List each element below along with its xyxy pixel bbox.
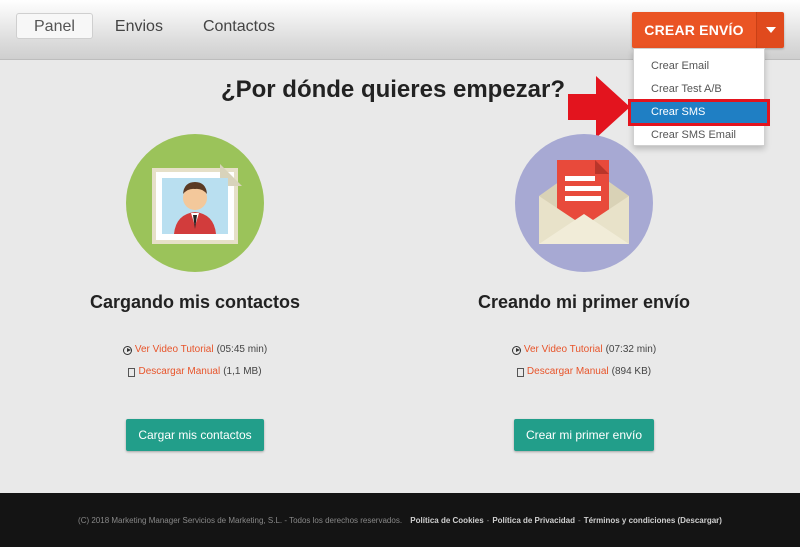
footer-copyright: (C) 2018 Marketing Manager Servicios de … xyxy=(78,515,403,525)
video-row: Ver Video Tutorial (07:32 min) xyxy=(434,339,734,361)
nav-tab-envios[interactable]: Envios xyxy=(97,13,181,39)
create-envio-button-group: CREAR ENVÍO xyxy=(632,12,784,48)
first-send-resources: Ver Video Tutorial (07:32 min) Descargar… xyxy=(434,339,734,383)
nav-tab-contactos[interactable]: Contactos xyxy=(185,13,293,39)
create-envio-button[interactable]: CREAR ENVÍO xyxy=(632,12,756,48)
cookies-policy-link[interactable]: Política de Cookies xyxy=(410,516,483,525)
contact-card-icon xyxy=(152,164,242,244)
contacts-section-title: Cargando mis contactos xyxy=(89,292,301,312)
video-duration: (05:45 min) xyxy=(216,344,268,355)
footer-separator: - xyxy=(486,515,490,525)
create-envio-dropdown-toggle[interactable] xyxy=(756,12,784,48)
manual-row: Descargar Manual (894 KB) xyxy=(434,361,734,383)
load-contacts-button[interactable]: Cargar mis contactos xyxy=(126,419,264,451)
play-circle-icon xyxy=(122,345,132,355)
footer-separator: - xyxy=(578,515,581,525)
contacts-resources: Ver Video Tutorial (05:45 min) Descargar… xyxy=(45,339,345,383)
document-icon xyxy=(516,367,524,377)
video-tutorial-link-send[interactable]: Ver Video Tutorial xyxy=(524,339,603,361)
manual-size: (1,1 MB) xyxy=(223,366,262,377)
privacy-policy-link[interactable]: Política de Privacidad xyxy=(492,516,575,525)
envelope-icon xyxy=(539,160,629,244)
chevron-down-icon xyxy=(765,27,776,33)
contact-card-illustration xyxy=(126,134,264,272)
video-duration: (07:32 min) xyxy=(605,344,657,355)
footer-separator xyxy=(405,516,407,525)
footer: (C) 2018 Marketing Manager Servicios de … xyxy=(0,493,800,547)
terms-link[interactable]: Términos y condiciones (Descargar) xyxy=(584,516,722,525)
video-row: Ver Video Tutorial (05:45 min) xyxy=(45,339,345,361)
manual-size: (894 KB) xyxy=(611,366,652,377)
manual-row: Descargar Manual (1,1 MB) xyxy=(45,361,345,383)
download-manual-link-contacts[interactable]: Descargar Manual xyxy=(138,361,220,383)
page-title: ¿Por dónde quieres empezar? xyxy=(220,76,566,103)
first-send-section: Creando mi primer envío Ver Video Tutori… xyxy=(434,134,734,451)
play-circle-icon xyxy=(511,345,521,355)
video-tutorial-link-contacts[interactable]: Ver Video Tutorial xyxy=(135,339,214,361)
first-send-section-title: Creando mi primer envío xyxy=(477,292,691,312)
main-nav: Panel Envios Contactos xyxy=(16,13,297,39)
menu-item-crear-sms[interactable]: Crear SMS xyxy=(628,99,770,126)
contacts-section: Cargando mis contactos Ver Video Tutoria… xyxy=(45,134,345,451)
nav-tab-panel[interactable]: Panel xyxy=(16,13,93,39)
menu-item-crear-email[interactable]: Crear Email xyxy=(634,55,764,78)
document-icon xyxy=(128,367,136,377)
download-manual-link-send[interactable]: Descargar Manual xyxy=(527,361,609,383)
envelope-illustration xyxy=(515,134,653,272)
create-first-send-button[interactable]: Crear mi primer envío xyxy=(513,419,655,451)
